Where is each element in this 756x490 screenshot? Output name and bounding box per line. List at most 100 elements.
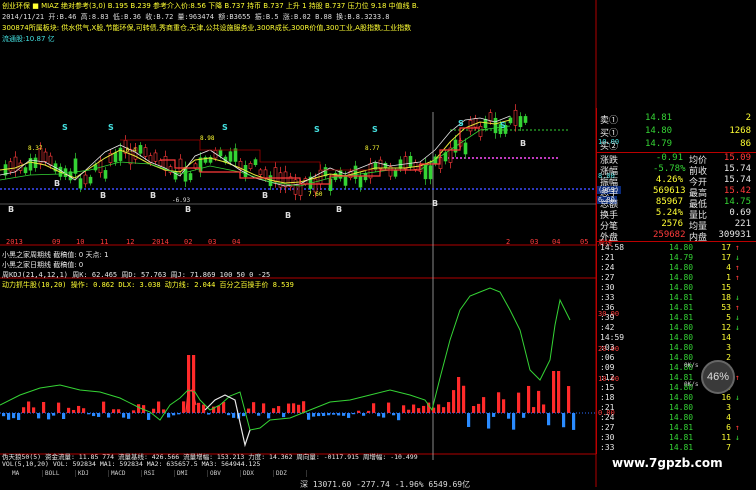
svg-text:B: B bbox=[150, 191, 156, 200]
tab-dmi[interactable]: DMI bbox=[177, 470, 208, 477]
float-shares: 流通股:10.87 亿 bbox=[2, 35, 55, 43]
candle-body bbox=[258, 169, 263, 175]
fund-flow-bar bbox=[127, 413, 131, 419]
fund-flow-bar bbox=[97, 413, 101, 417]
fund-flow-bar bbox=[387, 402, 391, 413]
fund-flow-bar bbox=[112, 409, 116, 413]
fund-flow-bar bbox=[347, 413, 351, 418]
svg-text:B: B bbox=[285, 211, 291, 220]
candle-body bbox=[83, 174, 88, 185]
svg-text:B: B bbox=[520, 139, 526, 148]
fund-flow-bar bbox=[12, 413, 16, 419]
fund-flow-bar bbox=[462, 385, 466, 413]
candle-body bbox=[253, 159, 258, 166]
fund-flow-bar bbox=[187, 355, 191, 413]
order-book-row: 买① 14.80 1268 bbox=[600, 126, 751, 139]
candlestick-series bbox=[3, 104, 528, 201]
candle-body bbox=[493, 117, 498, 134]
fund-flow-bar bbox=[512, 413, 516, 430]
candle-body bbox=[483, 118, 488, 129]
fund-flow-bar bbox=[152, 408, 156, 413]
fund-flow-bar bbox=[137, 404, 141, 413]
candle-body bbox=[283, 171, 288, 188]
fund-flow-bar bbox=[17, 413, 21, 420]
tab-ma[interactable]: MA bbox=[12, 470, 43, 477]
svg-text:S: S bbox=[314, 125, 320, 134]
progress-badge[interactable]: 46% bbox=[701, 360, 735, 394]
fund-flow-bar bbox=[532, 407, 536, 413]
fund-flow-bar bbox=[67, 407, 71, 413]
svg-text:8.77: 8.77 bbox=[365, 145, 380, 152]
date-tick: 09 bbox=[52, 238, 61, 246]
candle-body bbox=[263, 169, 268, 179]
tab-ddz[interactable]: DDZ bbox=[276, 470, 307, 477]
candle-body bbox=[73, 158, 78, 174]
fund-flow-bar bbox=[282, 413, 286, 418]
fund-flow-bar bbox=[507, 413, 511, 419]
candle-body bbox=[363, 173, 368, 181]
tab-boll[interactable]: BOLL bbox=[45, 470, 76, 477]
volume-bars bbox=[2, 355, 576, 430]
indicator-label-kdj: 周KDJ(21,4,12,1) 周K: 62.465 周D: 57.763 周J… bbox=[2, 271, 271, 279]
fund-flow-bar bbox=[272, 408, 276, 413]
candle-body bbox=[358, 175, 363, 188]
candle-body bbox=[233, 148, 238, 162]
fund-flow-bar bbox=[197, 402, 201, 413]
fund-flow-bar bbox=[47, 413, 51, 420]
fund-flow-bar bbox=[492, 413, 496, 417]
fund-flow-bar bbox=[557, 371, 561, 413]
svg-text:B: B bbox=[54, 179, 60, 188]
svg-text:S: S bbox=[372, 125, 378, 134]
candle-body bbox=[488, 112, 493, 122]
fund-flow-bar bbox=[267, 413, 271, 419]
quote-panel: 卖① 14.81 2 买① 14.80 1268 买② 14.79 86 涨跌 -0.91 均价 15… bbox=[596, 108, 756, 454]
fund-flow-bar bbox=[302, 401, 306, 413]
fund-flow-bar bbox=[252, 402, 256, 413]
stock-title: 创业环保 ■ MIAZ 绝对参考(3,0) B.195 B.239 参考介入价:… bbox=[2, 2, 419, 10]
date-tick: 2013 bbox=[6, 238, 23, 246]
candle-body bbox=[393, 170, 398, 177]
fund-flow-bar bbox=[262, 403, 266, 413]
tab-obv[interactable]: OBV bbox=[210, 470, 241, 477]
fund-flow-bar bbox=[487, 413, 491, 429]
fund-flow-bar bbox=[102, 401, 106, 413]
indicator-tabs: MA BOLL KDJ MACD RSI DMI OBV DDX DDZ bbox=[0, 470, 307, 480]
tab-macd[interactable]: MACD bbox=[111, 470, 142, 477]
candle-body bbox=[413, 162, 418, 170]
date-tick: 05 bbox=[580, 238, 589, 246]
svg-text:S: S bbox=[500, 121, 506, 130]
fund-flow-bar bbox=[107, 413, 111, 418]
watermark: www.7gpzb.com bbox=[612, 456, 723, 470]
date-tick: 03 bbox=[208, 238, 217, 246]
vol-ma-label: VOL(5,10,20) VOL: 592834 MA1: 592834 MA2… bbox=[2, 460, 261, 468]
fund-flow-bar bbox=[217, 405, 221, 413]
candle-body bbox=[353, 165, 358, 179]
fund-flow-bar bbox=[517, 392, 521, 413]
fund-flow-bar bbox=[37, 413, 41, 419]
fund-flow-bar bbox=[372, 403, 376, 413]
fund-flow-bar bbox=[192, 355, 196, 413]
candle-body bbox=[43, 151, 48, 162]
indicator-label-1: 小黑之家周期线 截稿值: 0 天点: 1 bbox=[2, 251, 109, 259]
date-tick: 2 bbox=[506, 238, 511, 246]
fund-flow-bar bbox=[417, 408, 421, 413]
fund-flow-bar bbox=[567, 386, 571, 413]
tab-kdj[interactable]: KDJ bbox=[78, 470, 109, 477]
tab-ddx[interactable]: DDX bbox=[243, 470, 274, 477]
svg-text:S: S bbox=[108, 123, 114, 132]
candle-body bbox=[183, 166, 188, 182]
order-book-row: 买② 14.79 86 bbox=[600, 139, 751, 152]
fund-flow-bar bbox=[202, 404, 206, 413]
candle-body bbox=[188, 173, 193, 181]
date-tick: 04 bbox=[552, 238, 561, 246]
candle-body bbox=[473, 118, 478, 128]
fund-flow-bar bbox=[402, 405, 406, 413]
candle-body bbox=[103, 170, 108, 179]
fund-flow-bar bbox=[452, 390, 456, 413]
fund-flow-bar bbox=[382, 413, 386, 418]
status-bar: 深 13071.60 -277.74 -1.96% 6549.69亿 bbox=[300, 480, 471, 489]
svg-text:B: B bbox=[100, 191, 106, 200]
fund-flow-bar bbox=[502, 399, 506, 413]
tick-row: :33 14.81 7 bbox=[600, 443, 731, 452]
tab-rsi[interactable]: RSI bbox=[144, 470, 175, 477]
